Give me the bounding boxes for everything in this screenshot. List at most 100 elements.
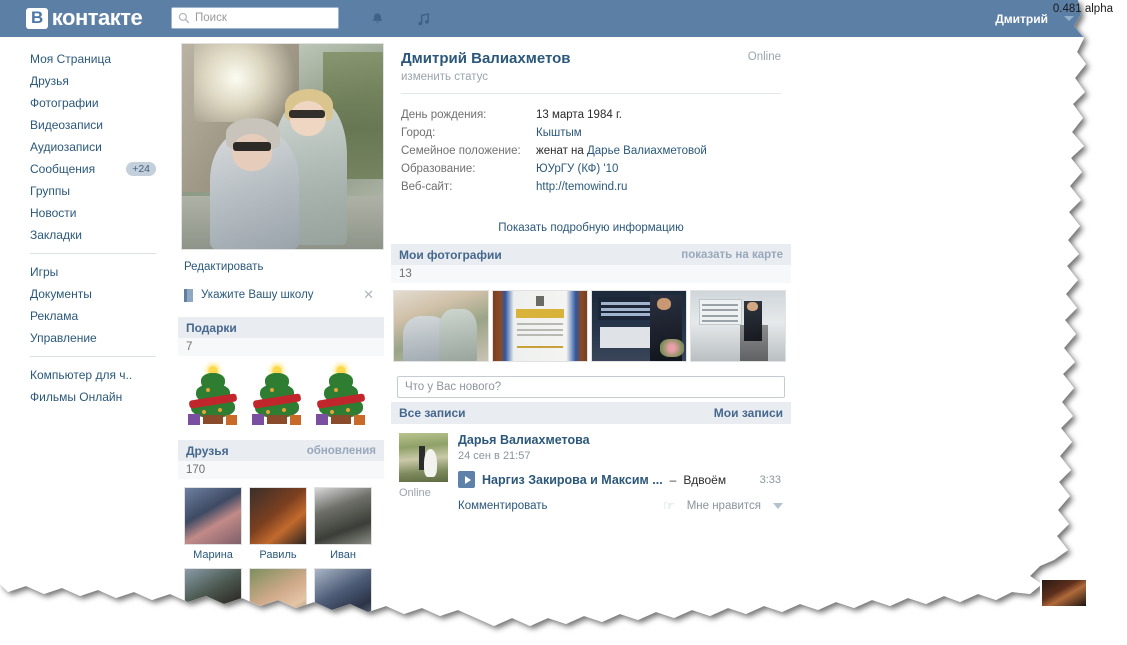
avatar[interactable]	[399, 433, 448, 482]
music-note-icon[interactable]	[412, 8, 434, 30]
avatar	[314, 568, 372, 626]
show-detailed-info-link[interactable]: Показать подробную информацию	[391, 222, 791, 234]
comment-link[interactable]: Комментировать	[458, 500, 548, 512]
website-link[interactable]: http://temowind.ru	[536, 181, 627, 193]
close-icon[interactable]: ✕	[363, 287, 374, 303]
photo-thumbnail[interactable]	[591, 290, 687, 362]
sidebar-item-movies-online[interactable]: Фильмы Онлайн	[0, 386, 178, 408]
audio-duration: 3:33	[759, 473, 781, 486]
gifts-list	[178, 356, 384, 430]
table-row: Веб-сайт: http://temowind.ru	[391, 178, 791, 196]
sidebar-item-audio[interactable]: Аудиозаписи	[0, 136, 178, 158]
christmas-tree-gift-icon[interactable]	[184, 364, 242, 426]
post-author-name[interactable]: Дарья Валиахметова	[458, 433, 783, 447]
sidebar-item-videos[interactable]: Видеозаписи	[0, 114, 178, 136]
gifts-count: 7	[178, 338, 384, 356]
friend-item[interactable]: Равиль	[249, 487, 307, 561]
sidebar-item-ads[interactable]: Реклама	[0, 305, 178, 327]
sidebar-item-messages[interactable]: Сообщения +24	[0, 158, 178, 180]
audio-attachment: Наргиз Закирова и Максим ... – Вдвоём 3:…	[458, 471, 783, 488]
field-label: Образование:	[401, 163, 476, 175]
profile-header: Дмитрий Валиахметов Online изменить стат…	[391, 37, 791, 94]
field-label: Семейное положение:	[401, 145, 521, 157]
new-post-input[interactable]	[397, 376, 785, 398]
sidebar-item-management[interactable]: Управление	[0, 327, 178, 349]
friend-item[interactable]	[184, 568, 242, 630]
sidebar-item-groups[interactable]: Группы	[0, 180, 178, 202]
vk-logo-badge: В	[26, 8, 48, 29]
post-body: Дарья Валиахметова 24 сен в 21:57 Наргиз…	[458, 433, 783, 514]
relationship-prefix: женат на	[536, 145, 587, 157]
vk-logo-text: контакте	[51, 5, 143, 30]
school-prompt[interactable]: Укажите Вашу школу ✕	[184, 283, 380, 307]
post-footer: Комментировать ☞ Мне нравится	[458, 498, 783, 514]
audio-artist[interactable]: Наргиз Закирова и Максим ...	[482, 473, 663, 487]
friend-item[interactable]	[249, 568, 307, 630]
gifts-header: Подарки	[178, 317, 384, 338]
sidebar-item-documents[interactable]: Документы	[0, 283, 178, 305]
photos-block: Мои фотографии показать на карте 13	[391, 244, 791, 368]
avatar	[184, 487, 242, 545]
new-post-box	[391, 368, 791, 402]
tab-my-posts[interactable]: Мои записи	[714, 406, 783, 420]
play-icon[interactable]	[458, 471, 475, 488]
sidebar-divider	[30, 356, 156, 357]
friend-name: Марина	[193, 549, 233, 561]
chevron-down-icon[interactable]	[773, 503, 783, 509]
page-content: Моя Страница Друзья Фотографии Видеозапи…	[0, 37, 1090, 632]
search-icon	[178, 12, 190, 24]
photos-title: Мои фотографии	[399, 247, 502, 262]
stray-photo-fragment	[1040, 578, 1088, 608]
vk-logo[interactable]: В контакте	[26, 5, 142, 31]
like-button[interactable]: Мне нравится	[687, 500, 761, 512]
christmas-tree-gift-icon[interactable]	[312, 364, 370, 426]
change-status-link[interactable]: изменить статус	[401, 71, 781, 83]
education-link[interactable]: ЮУрГУ (КФ) '10	[536, 163, 618, 175]
sidebar-item-games[interactable]: Игры	[0, 261, 178, 283]
table-row: Город: Кыштым	[391, 124, 791, 142]
friends-list: Марина Равиль Иван	[178, 479, 384, 630]
share-icon[interactable]: ☞	[663, 498, 675, 514]
notifications-bell-icon[interactable]	[366, 8, 388, 30]
friend-item[interactable]: Марина	[184, 487, 242, 561]
friends-count: 170	[178, 461, 384, 479]
sidebar-item-photos[interactable]: Фотографии	[0, 92, 178, 114]
sidebar-item-my-page[interactable]: Моя Страница	[0, 48, 178, 70]
friend-item[interactable]: Иван	[314, 487, 372, 561]
sidebar-item-computer-group[interactable]: Компьютер для ч..	[0, 364, 178, 386]
school-prompt-label: Укажите Вашу школу	[201, 289, 314, 301]
sidebar-item-news[interactable]: Новости	[0, 202, 178, 224]
friend-item[interactable]	[314, 568, 372, 630]
user-menu-name: Дмитрий	[995, 11, 1048, 26]
edit-profile-link[interactable]: Редактировать	[184, 261, 384, 273]
top-navigation-bar: В контакте Поиск Дмитрий	[0, 0, 1090, 37]
friends-updates-link[interactable]: обновления	[307, 445, 376, 457]
avatar	[184, 568, 242, 626]
search-box[interactable]	[171, 7, 339, 29]
audio-title: Вдвоём	[683, 472, 727, 487]
profile-avatar[interactable]	[181, 43, 384, 250]
photos-list	[391, 283, 791, 368]
tab-all-posts[interactable]: Все записи	[399, 406, 466, 420]
friend-name: Иван	[330, 549, 356, 561]
post-author-online-status: Online	[399, 487, 431, 499]
field-label: День рождения:	[401, 109, 487, 121]
search-input[interactable]	[195, 12, 332, 24]
show-on-map-link[interactable]: показать на карте	[681, 249, 783, 261]
spouse-link[interactable]: Дарье Валиахметовой	[587, 145, 707, 157]
sidebar-item-friends[interactable]: Друзья	[0, 70, 178, 92]
wall-post: Online Дарья Валиахметова 24 сен в 21:57…	[391, 424, 791, 514]
photo-thumbnail[interactable]	[492, 290, 588, 362]
friend-name: Равиль	[259, 549, 297, 561]
sidebar-item-bookmarks[interactable]: Закладки	[0, 224, 178, 246]
avatar	[249, 568, 307, 626]
photo-thumbnail[interactable]	[393, 290, 489, 362]
christmas-tree-gift-icon[interactable]	[248, 364, 306, 426]
city-link[interactable]: Кыштым	[536, 127, 582, 139]
avatar	[249, 487, 307, 545]
book-icon	[184, 289, 193, 302]
photos-header: Мои фотографии показать на карте	[391, 244, 791, 265]
profile-info-table: День рождения: 13 марта 1984 г. Город: К…	[391, 106, 791, 196]
photo-thumbnail[interactable]	[690, 290, 786, 362]
field-value: 13 марта 1984 г.	[536, 109, 622, 121]
